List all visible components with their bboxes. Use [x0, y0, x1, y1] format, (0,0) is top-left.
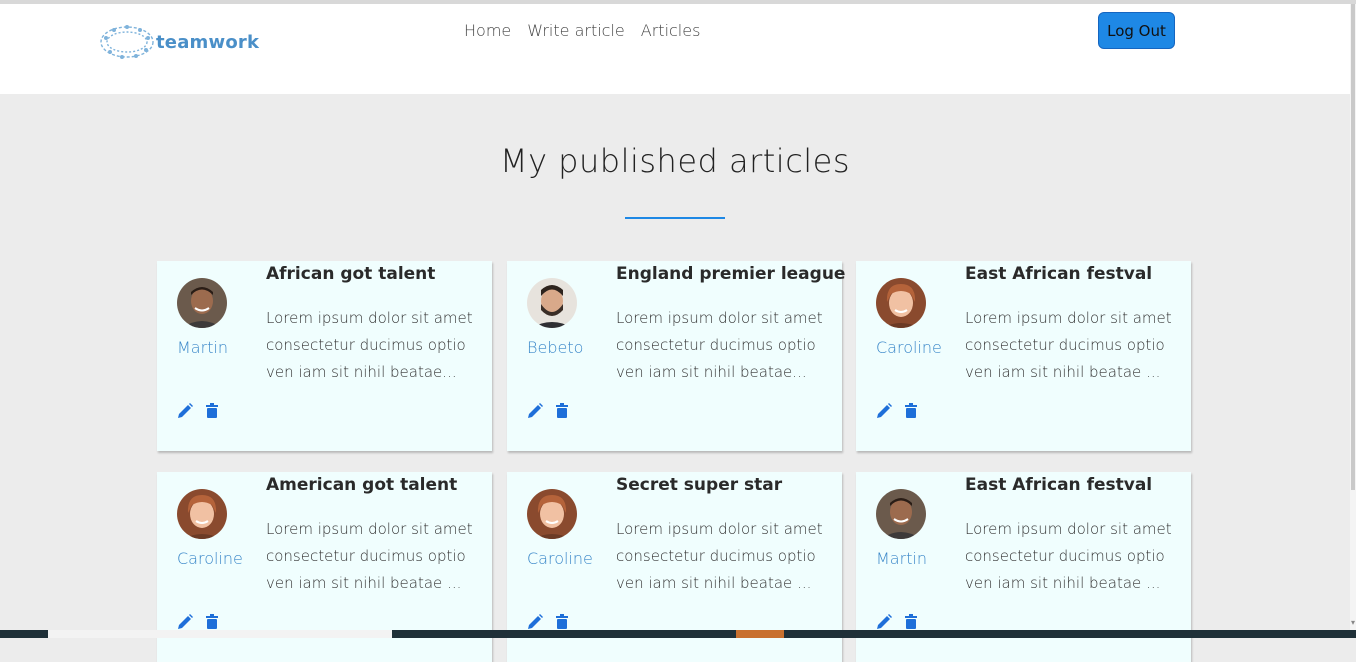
nav-write-article-link[interactable]: Write article [527, 21, 625, 40]
taskbar-active-app[interactable] [736, 630, 784, 638]
article-card: Martin African got talent Lorem ipsum do… [157, 261, 492, 451]
excerpt-line: ven iam sit nihil beatae... [266, 363, 457, 381]
pencil-icon[interactable] [176, 402, 194, 420]
article-title[interactable]: Secret super star [616, 475, 838, 495]
trash-icon[interactable] [904, 613, 918, 631]
excerpt-line: ven iam sit nihil beatae ... [965, 574, 1161, 592]
article-excerpt: Lorem ipsum dolor sit amet consectetur d… [965, 516, 1187, 597]
nav-articles-link[interactable]: Articles [641, 21, 701, 40]
author-link[interactable]: Martin [177, 338, 228, 357]
trash-icon[interactable] [555, 402, 569, 420]
excerpt-line: consectetur ducimus optio [616, 547, 816, 565]
author-avatar[interactable] [527, 278, 577, 328]
title-underline [625, 217, 725, 219]
author-avatar[interactable] [177, 278, 227, 328]
pencil-icon[interactable] [526, 613, 544, 631]
top-navbar: teamwork Home Write article Articles Log… [0, 4, 1350, 94]
scrollbar-thumb[interactable] [1351, 4, 1355, 490]
article-title[interactable]: American got talent [266, 475, 488, 495]
author-link[interactable]: Bebeto [527, 338, 583, 357]
nav-home-link[interactable]: Home [464, 21, 511, 40]
excerpt-line: ven iam sit nihil beatae ... [266, 574, 462, 592]
trash-icon[interactable] [205, 613, 219, 631]
article-card: Bebeto England premier league Lorem ipsu… [507, 261, 845, 451]
taskbar-search-box[interactable] [48, 630, 392, 638]
logo[interactable]: teamwork [98, 22, 259, 62]
excerpt-line: consectetur ducimus optio [965, 336, 1165, 354]
pencil-icon[interactable] [176, 613, 194, 631]
main-nav: Home Write article Articles [464, 21, 700, 40]
article-title[interactable]: East African festval [965, 264, 1187, 284]
author-link[interactable]: Caroline [876, 338, 942, 357]
author-avatar[interactable] [527, 489, 577, 539]
article-excerpt: Lorem ipsum dolor sit amet consectetur d… [266, 305, 488, 386]
pencil-icon[interactable] [875, 402, 893, 420]
os-taskbar [0, 630, 1356, 638]
author-avatar[interactable] [876, 489, 926, 539]
author-avatar[interactable] [177, 489, 227, 539]
page-title: My published articles [499, 142, 851, 180]
pencil-icon[interactable] [875, 613, 893, 631]
pencil-icon[interactable] [526, 402, 544, 420]
author-link[interactable]: Caroline [527, 549, 593, 568]
author-avatar[interactable] [876, 278, 926, 328]
excerpt-line: Lorem ipsum dolor sit amet [266, 309, 473, 327]
excerpt-line: Lorem ipsum dolor sit amet [965, 309, 1172, 327]
article-excerpt: Lorem ipsum dolor sit amet consectetur d… [965, 305, 1187, 386]
author-link[interactable]: Caroline [177, 549, 243, 568]
excerpt-line: Lorem ipsum dolor sit amet [616, 520, 823, 538]
article-excerpt: Lorem ipsum dolor sit amet consectetur d… [616, 305, 838, 386]
logout-button[interactable]: Log Out [1098, 12, 1175, 49]
trash-icon[interactable] [205, 402, 219, 420]
excerpt-line: consectetur ducimus optio [965, 547, 1165, 565]
article-title[interactable]: African got talent [266, 264, 488, 284]
excerpt-line: consectetur ducimus optio [266, 547, 466, 565]
page-scrollbar[interactable]: ▾ [1350, 4, 1356, 630]
article-excerpt: Lorem ipsum dolor sit amet consectetur d… [616, 516, 838, 597]
author-link[interactable]: Martin [876, 549, 927, 568]
article-title[interactable]: East African festval [965, 475, 1187, 495]
excerpt-line: Lorem ipsum dolor sit amet [616, 309, 823, 327]
article-title[interactable]: England premier league [616, 264, 845, 284]
trash-icon[interactable] [555, 613, 569, 631]
article-excerpt: Lorem ipsum dolor sit amet consectetur d… [266, 516, 488, 597]
excerpt-line: consectetur ducimus optio [266, 336, 466, 354]
trash-icon[interactable] [904, 402, 918, 420]
logo-ring-icon [98, 22, 156, 62]
excerpt-line: consectetur ducimus optio [616, 336, 816, 354]
article-card: Caroline East African festval Lorem ipsu… [856, 261, 1191, 451]
excerpt-line: ven iam sit nihil beatae ... [616, 574, 812, 592]
excerpt-line: ven iam sit nihil beatae... [616, 363, 807, 381]
scroll-down-icon[interactable]: ▾ [1350, 618, 1356, 628]
excerpt-line: Lorem ipsum dolor sit amet [965, 520, 1172, 538]
excerpt-line: Lorem ipsum dolor sit amet [266, 520, 473, 538]
logo-text: teamwork [156, 31, 260, 53]
excerpt-line: ven iam sit nihil beatae ... [965, 363, 1161, 381]
